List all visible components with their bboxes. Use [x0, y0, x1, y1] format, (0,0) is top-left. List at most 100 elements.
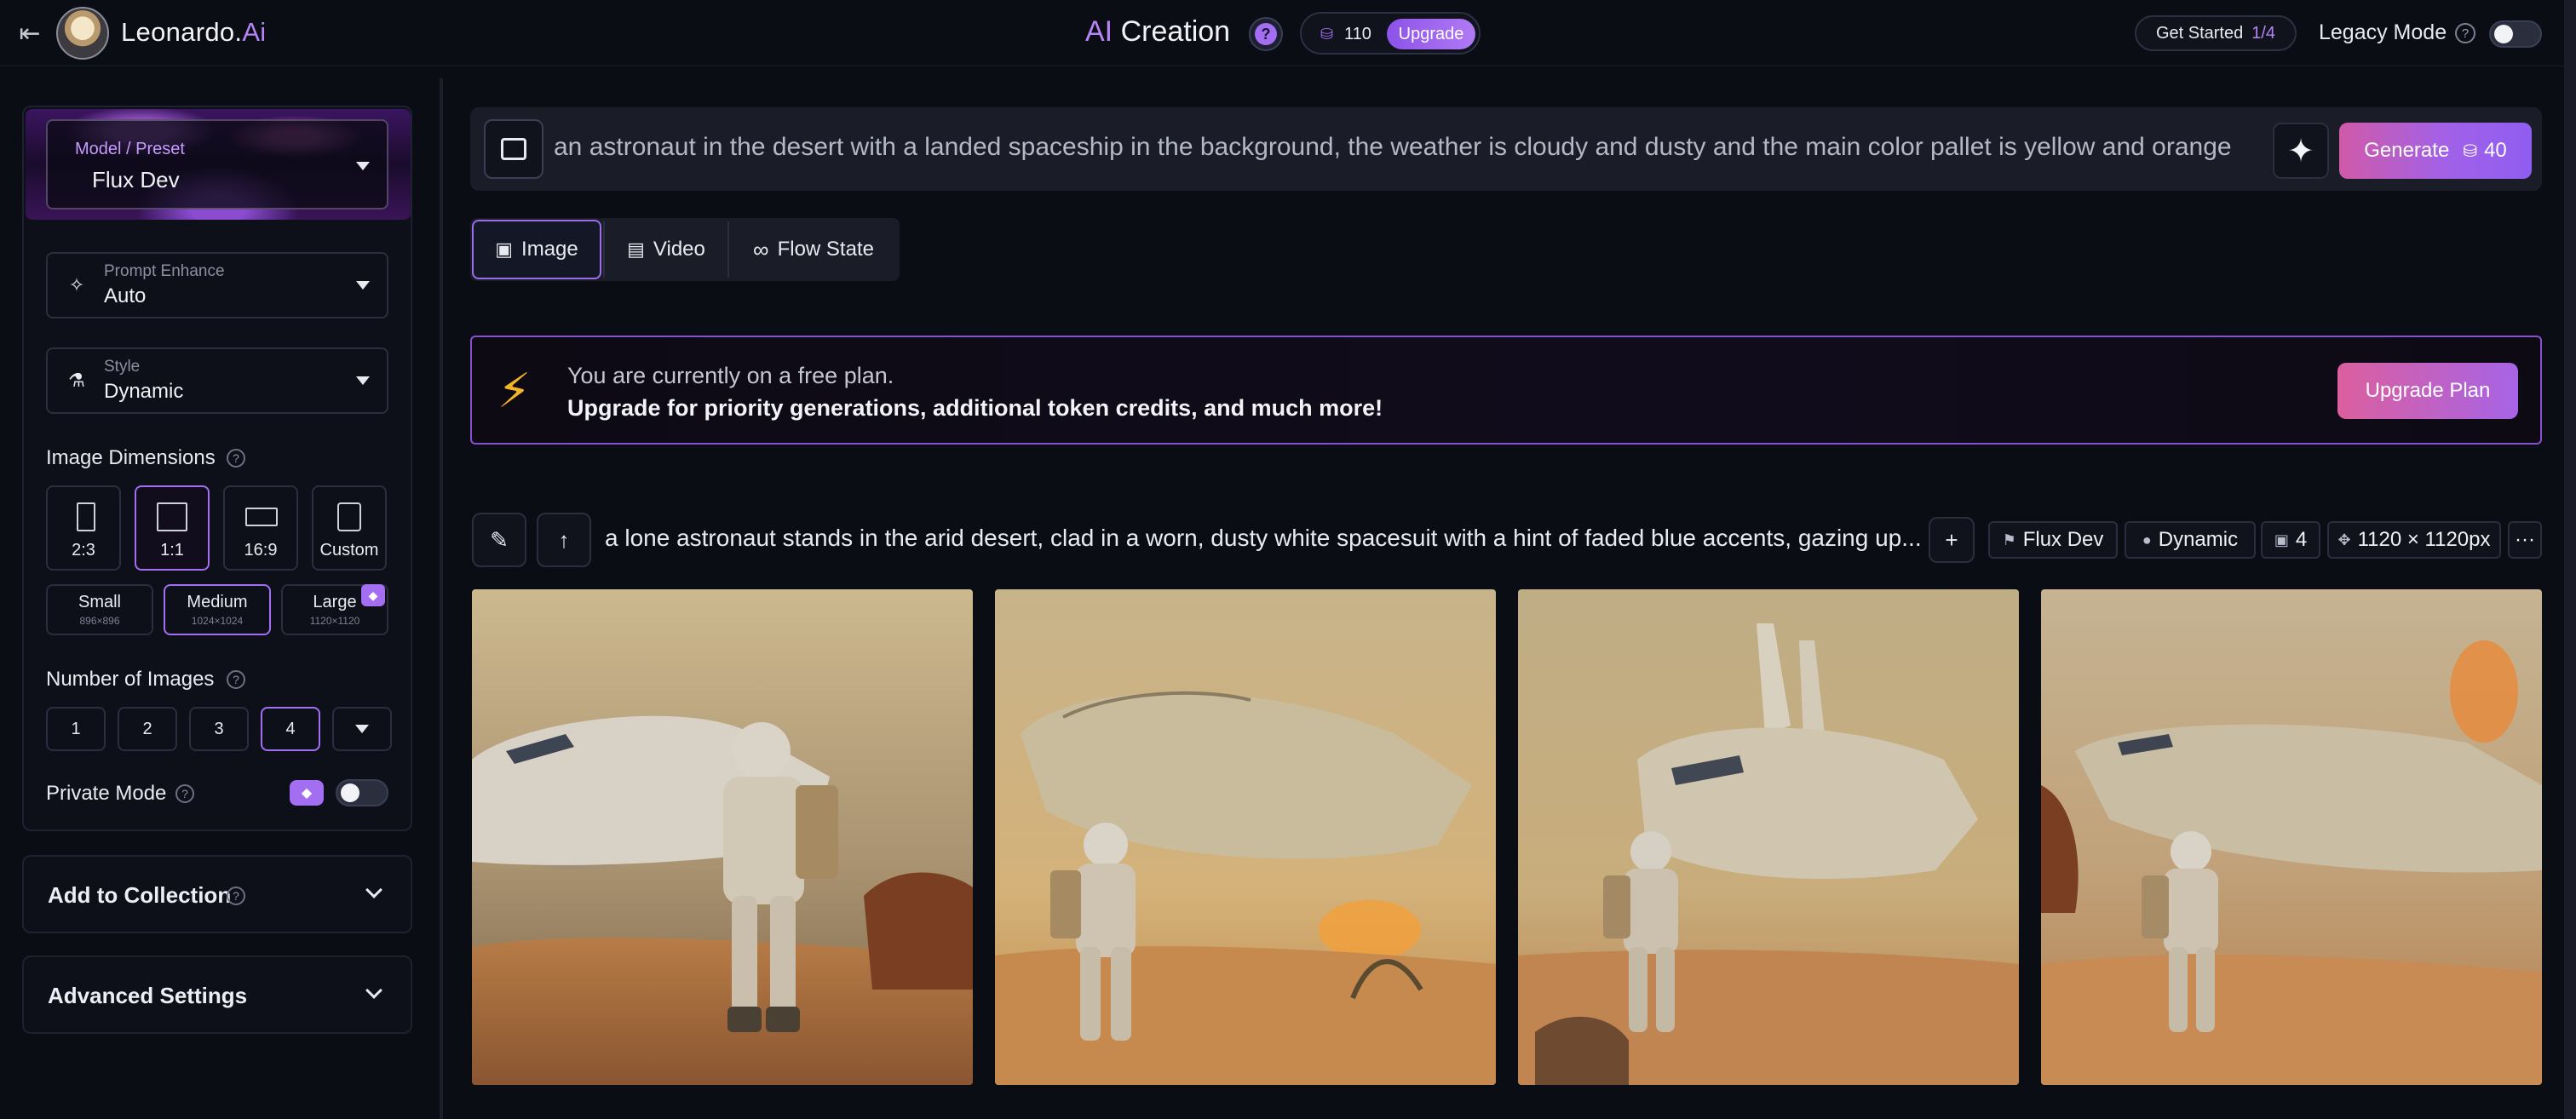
token-balance[interactable]: ⛁ 110 Upgrade [1300, 12, 1481, 55]
page-scrollbar[interactable] [2564, 0, 2576, 1119]
video-tab-icon: ▤ [627, 238, 645, 260]
chevron-down-icon [355, 725, 369, 733]
size-name: Medium [187, 593, 248, 611]
premium-gem-icon: ◆ [361, 584, 385, 606]
generated-image-4[interactable] [2041, 589, 2542, 1085]
collapse-sidebar-icon[interactable]: ⇤ [14, 17, 46, 49]
image-count-2-button[interactable]: 2 [118, 707, 177, 751]
ratio-square-icon [157, 502, 187, 531]
page-title: AI Creation [1085, 15, 1230, 49]
image-count-3-button[interactable]: 3 [189, 707, 249, 751]
premium-gem-icon: ◆ [290, 780, 324, 806]
magic-wand-icon[interactable]: ✎ [472, 513, 526, 567]
generate-button[interactable]: Generate ⛁ 40 [2339, 123, 2532, 179]
private-mode-help-icon[interactable]: ? [175, 784, 194, 803]
more-options-button[interactable]: ··· [2508, 521, 2542, 559]
brand-logo[interactable] [56, 7, 109, 60]
brand-name-suffix: Ai [242, 17, 267, 47]
image-count-4-button[interactable]: 4 [261, 707, 320, 751]
generated-image-2-art [995, 589, 1496, 1085]
generated-image-3-art [1518, 589, 2019, 1085]
ratio-label: 2:3 [72, 541, 95, 560]
sidebar-divider [440, 78, 443, 1119]
private-mode-label: Private Mode [46, 782, 167, 805]
drop-icon: ● [2142, 531, 2152, 548]
generated-image-2[interactable] [995, 589, 1496, 1085]
tab-image[interactable]: ▣ Image [472, 220, 601, 279]
ratio-label: 16:9 [244, 541, 278, 560]
ratio-2-3-button[interactable]: 2:3 [46, 485, 121, 571]
promo-line-1: You are currently on a free plan. [567, 363, 894, 388]
legacy-mode-help-icon[interactable]: ? [2455, 23, 2475, 43]
size-name: Small [78, 593, 121, 611]
tab-video[interactable]: ▤ Video [605, 220, 727, 279]
add-icon[interactable]: + [1929, 517, 1975, 563]
image-dimensions-help-icon[interactable]: ? [227, 449, 245, 468]
generation-prompt[interactable]: a lone astronaut stands in the arid dese… [605, 525, 1922, 555]
token-icon: ⛁ [2463, 141, 2478, 161]
generated-image-4-art [2041, 589, 2542, 1085]
help-icon: ? [1255, 23, 1277, 45]
brand-name-text: Leonardo. [121, 17, 243, 47]
private-mode-toggle[interactable] [336, 779, 388, 806]
generate-cost: 40 [2484, 139, 2507, 162]
model-preset-value: Flux Dev [92, 167, 180, 192]
tab-label: Image [521, 238, 578, 261]
model-preset-select[interactable]: Model / Preset Flux Dev [46, 119, 388, 209]
ratio-landscape-icon [245, 508, 278, 526]
model-icon: ⚑ [2002, 531, 2016, 548]
brand-name[interactable]: Leonardo.Ai [121, 17, 267, 48]
image-count-1-button[interactable]: 1 [46, 707, 106, 751]
image-tab-icon: ▣ [495, 238, 514, 260]
ratio-custom-icon [337, 502, 361, 531]
size-small-button[interactable]: Small 896×896 [46, 584, 153, 635]
get-started-button[interactable]: Get Started 1/4 [2135, 15, 2297, 51]
image-dimensions-label: Image Dimensions [46, 446, 216, 469]
help-button[interactable]: ? [1249, 17, 1283, 51]
more-icon: ··· [2515, 528, 2535, 551]
chevron-down-icon [356, 281, 370, 290]
lightning-icon: ⚡ [497, 364, 532, 417]
advanced-settings-label: Advanced Settings [48, 983, 248, 1008]
tab-flow-state[interactable]: ∞ Flow State [729, 220, 898, 279]
ratio-1-1-button[interactable]: 1:1 [135, 485, 210, 571]
add-to-collection-section[interactable]: Add to Collection ? [22, 855, 412, 933]
advanced-settings-section[interactable]: Advanced Settings [22, 955, 412, 1034]
chevron-down-icon [365, 881, 382, 898]
style-select[interactable]: ⚗ Style Dynamic [46, 347, 388, 414]
size-dims: 1024×1024 [191, 615, 244, 627]
generated-image-1[interactable] [472, 589, 973, 1085]
page-title-text: Creation [1113, 15, 1231, 48]
generated-image-3[interactable] [1518, 589, 2019, 1085]
chevron-down-icon [356, 376, 370, 385]
sparkle-icon: ✧ [68, 274, 85, 296]
size-dims: 1120×1120 [309, 615, 360, 627]
image-count-more-button[interactable] [332, 707, 392, 751]
ratio-custom-button[interactable]: Custom [312, 485, 387, 571]
upgrade-plan-button[interactable]: Upgrade Plan [2337, 363, 2518, 419]
generation-model-chip: ⚑ Flux Dev [1988, 521, 2118, 559]
token-icon: ⛁ [1320, 26, 1334, 43]
size-medium-button[interactable]: Medium 1024×1024 [164, 584, 271, 635]
prompt-enhance-select[interactable]: ✧ Prompt Enhance Auto [46, 252, 388, 318]
add-to-collection-label: Add to Collection [48, 882, 232, 908]
magic-sparkle-icon[interactable]: ✦ [2273, 123, 2329, 179]
chevron-down-icon [356, 162, 370, 170]
get-started-progress: 1/4 [2251, 23, 2276, 43]
add-to-collection-help-icon[interactable]: ? [227, 887, 245, 905]
number-of-images-help-icon[interactable]: ? [227, 670, 245, 689]
upgrade-button[interactable]: Upgrade [1387, 19, 1475, 49]
promo-line-2: Upgrade for priority generations, additi… [567, 395, 1383, 421]
reuse-prompt-icon[interactable]: ↑ [537, 513, 591, 567]
ratio-16-9-button[interactable]: 16:9 [223, 485, 298, 571]
legacy-mode-toggle[interactable] [2489, 20, 2542, 48]
prompt-enhance-label: Prompt Enhance [104, 262, 225, 280]
image-guidance-button[interactable] [484, 119, 543, 179]
ratio-label: Custom [319, 541, 379, 560]
prompt-input[interactable]: an astronaut in the desert with a landed… [554, 133, 2273, 167]
images-icon: ▣ [2274, 531, 2289, 548]
flask-icon: ⚗ [68, 370, 85, 391]
toggle-knob [2494, 25, 2513, 43]
model-preset-label: Model / Preset [75, 140, 185, 158]
chip-label: Flux Dev [2022, 528, 2104, 551]
